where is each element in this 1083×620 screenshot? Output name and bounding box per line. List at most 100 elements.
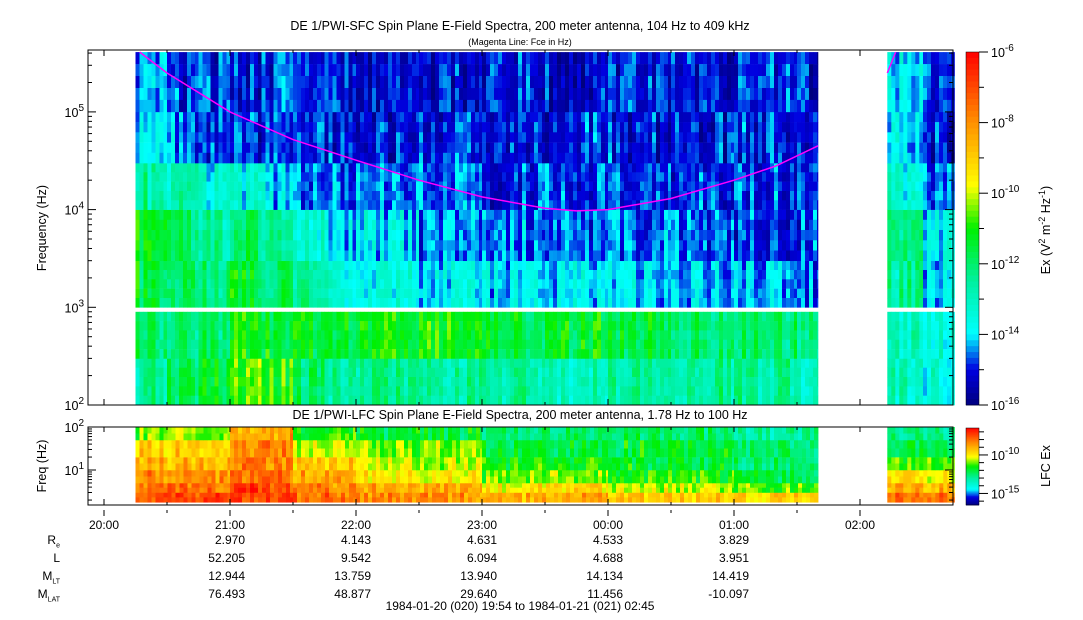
spectrogram-cell — [679, 260, 684, 271]
spectrogram-cell — [577, 88, 582, 101]
spectrogram-cell — [191, 339, 196, 350]
spectrogram-cell — [175, 260, 180, 271]
spectrogram-cell — [167, 386, 172, 397]
spectrogram-cell — [412, 270, 417, 280]
spectrogram-cell — [518, 395, 523, 406]
spectrogram-cell — [530, 152, 535, 164]
spectrogram-cell — [498, 250, 503, 262]
spectrogram-cell — [396, 288, 401, 299]
spectrogram-cell — [577, 76, 582, 89]
spectrogram-cell — [597, 240, 602, 251]
spectrogram-cell — [171, 52, 176, 65]
spectrogram-cell — [198, 200, 203, 210]
spectrogram-cell — [344, 358, 349, 369]
spectrogram-cell — [340, 163, 345, 173]
spectrogram-cell — [336, 122, 341, 133]
spectrogram-cell — [167, 172, 172, 182]
spectrogram-cell — [593, 99, 598, 113]
spectrogram-cell — [471, 172, 476, 182]
spectrogram-cell — [202, 288, 207, 299]
spectrogram-cell — [143, 279, 148, 289]
spectrogram-cell — [408, 298, 413, 308]
spectrogram-cell — [269, 311, 274, 322]
spectrogram-cell — [147, 349, 152, 359]
spectrogram-cell — [597, 200, 602, 210]
spectrogram-cell — [400, 219, 405, 231]
spectrogram-cell — [305, 260, 310, 271]
spectrogram-cell — [691, 386, 696, 397]
spectrogram-cell — [285, 172, 290, 182]
spectrogram-cell — [348, 349, 353, 359]
spectrogram-cell — [723, 298, 728, 308]
spectrogram-cell — [380, 111, 385, 123]
spectrogram-cell — [557, 279, 562, 289]
spectrogram-cell — [652, 64, 657, 77]
spectrogram-cell — [368, 395, 373, 406]
spectrogram-cell — [715, 330, 720, 341]
spectrogram-cell — [324, 395, 329, 406]
spectrogram-cell — [660, 52, 665, 65]
spectrogram-cell — [191, 64, 196, 77]
spectrogram-cell — [305, 349, 310, 359]
spectrogram-cell — [348, 311, 353, 322]
spectrogram-cell — [364, 132, 369, 143]
spectrogram-cell — [711, 279, 716, 289]
spectrogram-cell — [344, 181, 349, 192]
spectrogram-cell — [167, 132, 172, 143]
spectrogram-cell — [336, 367, 341, 378]
spectrogram-cell — [305, 358, 310, 369]
spectrogram-cell — [494, 152, 499, 164]
spectrogram-cell — [416, 209, 420, 221]
spectrogram-cell — [597, 163, 602, 173]
spectrogram-cell — [498, 230, 503, 241]
spectrogram-cell — [293, 181, 298, 192]
spectrogram-cell — [542, 279, 546, 289]
spectrogram-cell — [163, 122, 168, 133]
spectrogram-cell — [265, 152, 270, 164]
spectrogram-cell — [451, 288, 456, 299]
spectrogram-cell — [612, 132, 617, 143]
spectrogram-cell — [549, 142, 554, 154]
spectrogram-cell — [530, 76, 535, 89]
spectrogram-cell — [479, 88, 483, 101]
spectrogram-cell — [179, 142, 184, 154]
spectrogram-cell — [510, 111, 515, 123]
spectrogram-cell — [352, 367, 357, 378]
spectrogram-cell — [660, 230, 665, 241]
spectrogram-cell — [423, 132, 428, 143]
spectrogram-cell — [321, 330, 325, 341]
spectrogram-cell — [321, 260, 325, 271]
spectrogram-cell — [490, 349, 495, 359]
spectrogram-cell — [214, 367, 219, 378]
spectrogram-cell — [644, 181, 649, 192]
spectrogram-cell — [455, 191, 460, 201]
spectrogram-cell — [151, 111, 156, 123]
spectrogram-cell — [612, 358, 617, 369]
spectrogram-cell — [317, 181, 322, 192]
spectrogram-cell — [612, 349, 617, 359]
spectrogram-cell — [423, 349, 428, 359]
spectrogram-cell — [463, 260, 468, 271]
spectrogram-cell — [569, 152, 574, 164]
spectrogram-cell — [408, 321, 413, 331]
spectrogram-cell — [313, 172, 318, 182]
spectrogram-cell — [719, 279, 724, 289]
spectrogram-cell — [534, 395, 539, 406]
spectrogram-cell — [230, 270, 235, 280]
spectrogram-cell — [616, 321, 621, 331]
spectrogram-cell — [668, 142, 672, 154]
spectrogram-cell — [332, 52, 337, 65]
spectrogram-cell — [147, 132, 152, 143]
spectrogram-cell — [226, 377, 231, 387]
spectrogram-cell — [549, 358, 554, 369]
spectrogram-cell — [522, 230, 527, 241]
spectrogram-cell — [195, 142, 199, 154]
spectrogram-cell — [289, 270, 294, 280]
spectrogram-cell — [612, 288, 617, 299]
spectrogram-cell — [388, 181, 393, 192]
spectrogram-cell — [597, 298, 602, 308]
spectrogram-cell — [187, 163, 192, 173]
spectrogram-cell — [471, 377, 476, 387]
spectrogram-cell — [187, 395, 192, 406]
spectrogram-cell — [261, 163, 266, 173]
